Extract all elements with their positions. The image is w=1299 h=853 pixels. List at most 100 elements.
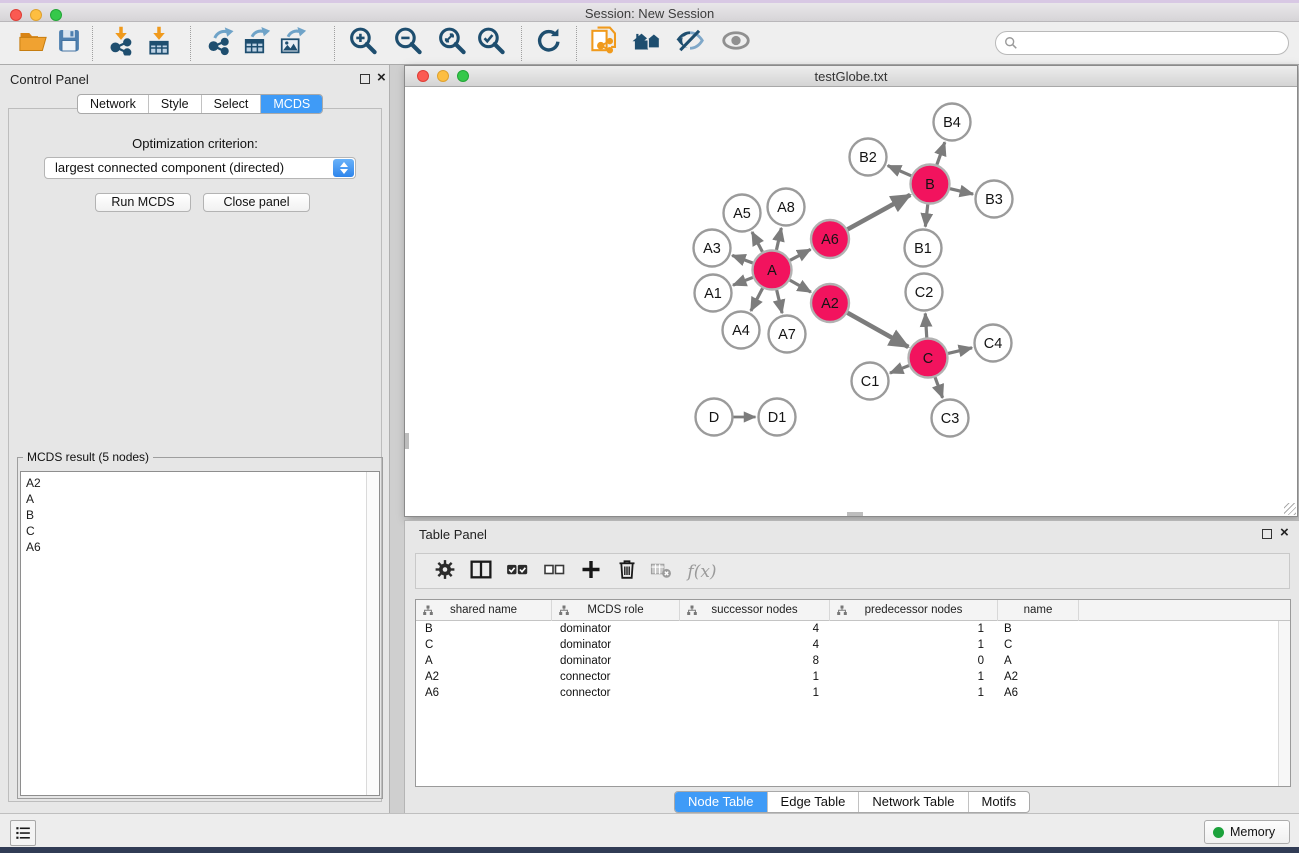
float-table-panel-icon[interactable] <box>1262 529 1272 539</box>
table-cell[interactable]: A6 <box>998 685 1079 701</box>
table-cell[interactable]: A2 <box>416 669 552 685</box>
column-header-predecessor-nodes[interactable]: predecessor nodes <box>830 600 998 621</box>
criterion-dropdown[interactable]: largest connected component (directed) <box>44 157 356 179</box>
table-cell[interactable]: dominator <box>552 637 680 653</box>
graph-edge-A-A3[interactable] <box>732 255 753 263</box>
memory-button[interactable]: Memory <box>1204 820 1290 844</box>
tab-style[interactable]: Style <box>148 95 201 113</box>
graph-edge-C-C3[interactable] <box>935 377 943 398</box>
table-cell[interactable]: 1 <box>830 685 998 701</box>
table-cell[interactable]: A6 <box>416 685 552 701</box>
table-scrollbar[interactable] <box>1278 621 1290 786</box>
graph-edge-B-B3[interactable] <box>950 189 973 194</box>
table-row[interactable]: Cdominator41C <box>416 637 1278 653</box>
resize-grip-icon[interactable] <box>1284 503 1296 515</box>
table-cell[interactable]: connector <box>552 685 680 701</box>
tab-select[interactable]: Select <box>201 95 261 113</box>
table-cell[interactable]: B <box>998 621 1079 637</box>
table-cell[interactable]: 0 <box>830 653 998 669</box>
graph-edge-B-B4[interactable] <box>937 142 945 164</box>
result-list-scrollbar[interactable] <box>366 472 379 795</box>
float-panel-icon[interactable] <box>360 74 370 84</box>
table-settings-gear-icon[interactable] <box>433 558 457 587</box>
table-cell[interactable]: B <box>416 621 552 637</box>
table-cell[interactable]: dominator <box>552 621 680 637</box>
task-history-button[interactable] <box>10 820 36 846</box>
tab-network[interactable]: Network <box>78 95 148 113</box>
graph-edge-A-A4[interactable] <box>751 288 763 311</box>
table-cell[interactable]: connector <box>552 669 680 685</box>
export-image-icon[interactable] <box>278 26 308 61</box>
network-canvas[interactable]: B4B2BB3A5A8A6A3B1AA1C2A2A4A7C4CC1DD1C3 <box>405 87 1297 516</box>
table-row[interactable]: Bdominator41B <box>416 621 1278 637</box>
graph-edge-C-C4[interactable] <box>948 348 972 354</box>
result-item-c[interactable]: C <box>21 523 379 539</box>
graph-edge-B-B2[interactable] <box>888 166 911 176</box>
select-all-icon[interactable] <box>505 557 530 587</box>
graph-edge-A-A2[interactable] <box>790 280 811 292</box>
new-network-icon[interactable] <box>589 25 620 61</box>
graph-edge-C-C2[interactable] <box>925 313 926 337</box>
tab-motifs[interactable]: Motifs <box>968 792 1030 812</box>
table-cell[interactable]: 8 <box>680 653 830 669</box>
close-panel-button[interactable]: Close panel <box>203 193 310 212</box>
home-icon[interactable] <box>631 24 664 62</box>
tab-node-table[interactable]: Node Table <box>675 792 767 812</box>
graph-edge-A-A8[interactable] <box>776 228 781 250</box>
zoom-in-icon[interactable] <box>348 25 379 61</box>
column-header-MCDS-role[interactable]: MCDS role <box>552 600 680 621</box>
graph-edge-A-A7[interactable] <box>777 290 782 313</box>
add-column-icon[interactable] <box>579 558 603 587</box>
table-cell[interactable]: 1 <box>680 669 830 685</box>
eye-icon[interactable] <box>721 25 752 61</box>
run-mcds-button[interactable]: Run MCDS <box>95 193 191 212</box>
table-row[interactable]: Adominator80A <box>416 653 1278 669</box>
graph-edge-A-A6[interactable] <box>790 249 811 260</box>
delete-table-icon[interactable] <box>650 558 673 586</box>
export-table-icon[interactable] <box>242 26 272 61</box>
graph-edge-A6-B[interactable] <box>848 195 911 230</box>
hide-graphics-details-icon[interactable] <box>675 25 706 61</box>
table-cell[interactable]: 1 <box>830 669 998 685</box>
table-row[interactable]: A6connector11A6 <box>416 685 1278 701</box>
table-cell[interactable]: 1 <box>680 685 830 701</box>
save-session-icon[interactable] <box>55 27 83 60</box>
search-input[interactable] <box>1023 34 1288 52</box>
delete-column-trash-icon[interactable] <box>615 558 639 587</box>
result-item-a[interactable]: A <box>21 491 379 507</box>
graph-edge-B-B1[interactable] <box>925 204 927 226</box>
table-cell[interactable]: 4 <box>680 637 830 653</box>
split-panel-icon[interactable] <box>469 557 494 587</box>
table-cell[interactable]: C <box>416 637 552 653</box>
graph-edge-A2-C[interactable] <box>847 313 908 347</box>
canvas-horizontal-scroll-hint[interactable] <box>847 512 863 516</box>
tab-edge-table[interactable]: Edge Table <box>767 792 859 812</box>
result-item-a6[interactable]: A6 <box>21 539 379 555</box>
open-session-icon[interactable] <box>18 26 48 61</box>
canvas-vertical-scroll-hint[interactable] <box>405 433 409 449</box>
tab-network-table[interactable]: Network Table <box>858 792 967 812</box>
export-network-icon[interactable] <box>206 26 236 61</box>
tab-mcds[interactable]: MCDS <box>260 95 322 113</box>
table-cell[interactable]: 1 <box>830 621 998 637</box>
search-field[interactable] <box>995 31 1289 55</box>
table-row[interactable]: A2connector11A2 <box>416 669 1278 685</box>
close-table-panel-icon[interactable]: × <box>1280 524 1289 542</box>
table-cell[interactable]: C <box>998 637 1079 653</box>
result-item-a2[interactable]: A2 <box>21 475 379 491</box>
deselect-all-icon[interactable] <box>542 558 566 587</box>
import-table-icon[interactable] <box>144 26 174 61</box>
zoom-out-icon[interactable] <box>393 25 424 61</box>
graph-edge-A-A5[interactable] <box>752 232 762 252</box>
network-window-titlebar[interactable]: testGlobe.txt <box>405 66 1297 87</box>
refresh-icon[interactable] <box>534 26 563 60</box>
zoom-selected-icon[interactable] <box>476 25 507 61</box>
function-builder-icon[interactable]: f(x) <box>687 562 716 582</box>
result-item-b[interactable]: B <box>21 507 379 523</box>
table-cell[interactable]: 4 <box>680 621 830 637</box>
close-panel-icon[interactable]: × <box>377 69 386 87</box>
zoom-fit-icon[interactable] <box>437 25 468 61</box>
column-header-name[interactable]: name <box>998 600 1079 621</box>
table-cell[interactable]: dominator <box>552 653 680 669</box>
column-header-successor-nodes[interactable]: successor nodes <box>680 600 830 621</box>
